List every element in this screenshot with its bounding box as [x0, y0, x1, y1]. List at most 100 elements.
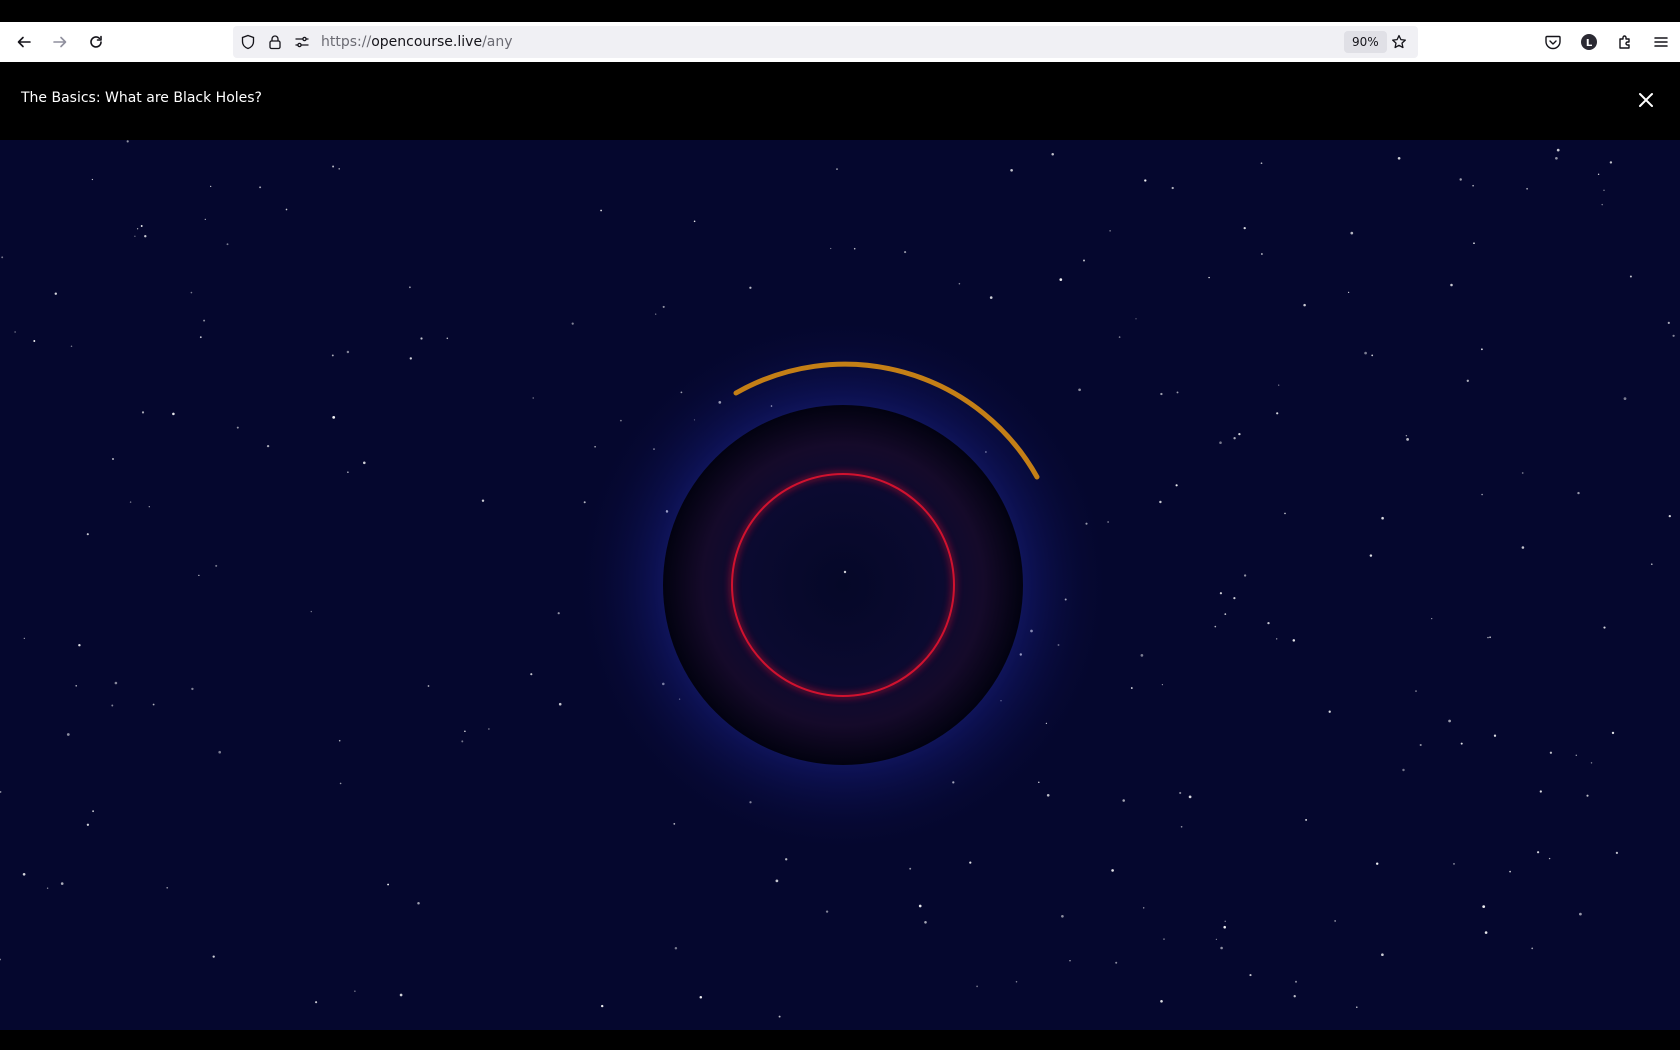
forward-button[interactable]	[47, 29, 73, 55]
star	[172, 412, 175, 416]
star	[1555, 156, 1558, 160]
star	[693, 220, 696, 223]
star	[339, 782, 342, 785]
star	[1261, 253, 1263, 255]
star	[446, 337, 449, 340]
shield-icon[interactable]	[240, 34, 256, 50]
star	[1369, 554, 1373, 557]
black-hole-visualization	[0, 140, 1680, 1030]
star	[1078, 388, 1081, 392]
star	[204, 218, 206, 221]
star	[1159, 500, 1162, 504]
permissions-icon[interactable]	[294, 34, 310, 50]
star	[1531, 947, 1534, 950]
star	[1629, 275, 1632, 278]
star	[215, 564, 218, 567]
close-button[interactable]	[1636, 90, 1656, 110]
star	[1224, 613, 1227, 615]
star	[1489, 636, 1491, 639]
star	[70, 345, 73, 348]
star	[904, 251, 907, 254]
star	[778, 1015, 781, 1018]
star	[1431, 618, 1433, 620]
star	[825, 910, 829, 913]
zoom-level-badge[interactable]: 90%	[1344, 31, 1387, 53]
star	[66, 733, 70, 736]
star	[1130, 687, 1133, 689]
star	[1668, 514, 1671, 518]
star	[976, 985, 978, 988]
star	[1122, 799, 1125, 802]
url-text[interactable]: https://opencourse.live/any	[321, 33, 513, 51]
star	[363, 461, 366, 465]
star	[338, 739, 341, 742]
star	[1243, 574, 1247, 577]
star	[60, 882, 64, 885]
star	[1303, 303, 1306, 307]
page-title: The Basics: What are Black Holes?	[21, 90, 262, 106]
star	[1175, 484, 1178, 487]
star	[1015, 980, 1018, 983]
star	[1539, 790, 1542, 793]
star	[409, 357, 412, 360]
star	[1276, 412, 1279, 415]
star	[1, 256, 4, 259]
star	[427, 685, 430, 687]
browser-toolbar: https://opencourse.live/any 90% L	[0, 22, 1680, 62]
star	[1188, 795, 1192, 799]
star	[530, 673, 533, 676]
star	[1406, 438, 1409, 441]
star	[1233, 597, 1236, 600]
star	[190, 291, 193, 294]
star	[1295, 980, 1297, 983]
star	[218, 750, 222, 754]
star	[1224, 920, 1226, 922]
star	[1481, 493, 1483, 496]
star	[1597, 173, 1600, 176]
star	[259, 186, 262, 189]
star	[1375, 862, 1379, 865]
star	[836, 168, 838, 170]
star	[619, 419, 622, 422]
star	[1115, 961, 1118, 964]
star	[1419, 743, 1422, 747]
star	[1484, 931, 1488, 934]
lock-icon[interactable]	[267, 34, 283, 50]
star	[785, 858, 788, 861]
account-avatar[interactable]: L	[1580, 33, 1598, 51]
star	[1347, 291, 1350, 294]
star	[1179, 791, 1182, 795]
star-icon[interactable]	[1391, 34, 1407, 50]
star	[1243, 226, 1246, 230]
url-host: opencourse.live	[371, 34, 483, 50]
star	[236, 426, 239, 429]
address-bar[interactable]: https://opencourse.live/any 90%	[233, 26, 1418, 58]
star	[1219, 592, 1223, 595]
star	[166, 886, 169, 889]
reload-button[interactable]	[83, 29, 109, 55]
star	[1615, 851, 1619, 855]
star	[331, 354, 334, 357]
star	[75, 685, 77, 687]
star	[0, 958, 1, 961]
star	[571, 322, 574, 325]
star	[1111, 869, 1114, 872]
star	[481, 499, 485, 502]
star	[1356, 1006, 1358, 1008]
star	[1575, 754, 1578, 757]
star	[1482, 905, 1486, 908]
star	[1381, 953, 1384, 957]
star	[78, 643, 81, 647]
puzzle-icon[interactable]	[1616, 33, 1634, 51]
star	[1466, 379, 1469, 382]
star	[924, 921, 927, 924]
star	[830, 247, 832, 250]
back-button[interactable]	[11, 29, 37, 55]
star	[749, 286, 752, 289]
star	[1650, 563, 1653, 566]
star	[126, 140, 129, 143]
star	[1328, 710, 1331, 713]
star	[969, 861, 972, 864]
hamburger-menu-icon[interactable]	[1652, 33, 1670, 51]
pocket-icon[interactable]	[1544, 33, 1562, 51]
